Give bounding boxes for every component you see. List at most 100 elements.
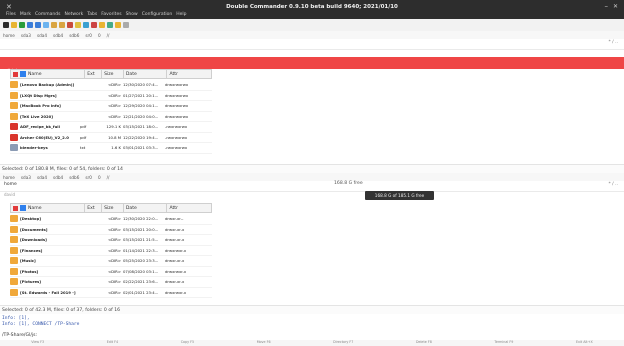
drive-home-button[interactable]: home: [3, 175, 15, 180]
toolbar-tool-icon[interactable]: [27, 22, 33, 28]
toolbar-tool-icon[interactable]: [107, 22, 113, 28]
file-size: <DIR>: [107, 82, 121, 88]
drive-sdb6-button[interactable]: sdb6: [69, 33, 79, 38]
file-date: 12/21/2020 04:0...: [123, 113, 159, 119]
menu-bar: Files Mark Commands Network Tabs Favorit…: [0, 12, 187, 19]
fkey-directory-button[interactable]: Directory F7: [333, 340, 353, 346]
top-path-nav[interactable]: * / ..: [609, 40, 619, 45]
drive-sdb4-button[interactable]: sdb4: [53, 175, 63, 180]
toolbar-tool-icon[interactable]: [67, 22, 73, 28]
bottom-column-header: Name Ext Size Date Attr: [10, 203, 212, 213]
menu-configuration[interactable]: Configuration: [142, 12, 173, 19]
file-name: [Finances]: [20, 247, 43, 253]
toolbar-tool-icon[interactable]: [59, 22, 65, 28]
drive-home-button[interactable]: home: [3, 33, 15, 38]
toolbar-tool-icon[interactable]: [91, 22, 97, 28]
drive-sr0-button[interactable]: sr0: [85, 33, 92, 38]
file-row[interactable]: [Photos] <DIR> 07/08/2020 03:1... drwxrwxr-…: [10, 267, 212, 277]
file-row[interactable]: [LXQt Disp Mgrs] <DIR> 01/27/2021 20:1... d…: [10, 91, 212, 101]
top-col-ext[interactable]: Ext: [85, 70, 103, 78]
file-name: [Music]: [20, 258, 36, 264]
fkey-copy-button[interactable]: Copy F5: [181, 340, 194, 346]
toolbar-tool-icon[interactable]: [123, 22, 129, 28]
toolbar-tool-icon[interactable]: [51, 22, 57, 28]
file-row[interactable]: [Downloads] <DIR> 03/15/2021 21:5... drwxr-…: [10, 235, 212, 246]
command-line[interactable]: /TP-Share/Gl/js:: [0, 333, 624, 340]
bottom-path-bar[interactable]: home * / ..: [0, 181, 624, 192]
file-row[interactable]: [MacBook Pro info] <DIR> 12/29/2020 04:1..…: [10, 101, 212, 112]
top-col-name[interactable]: Name: [11, 70, 86, 78]
bottom-col-attr[interactable]: Attr: [167, 204, 211, 212]
drive-sdb6-button[interactable]: sdb6: [69, 175, 79, 180]
bottom-path-nav[interactable]: * / ..: [609, 182, 619, 187]
drive-sda4-button[interactable]: sda4: [37, 33, 47, 38]
bottom-col-date[interactable]: Date: [124, 204, 168, 212]
file-row[interactable]: blender-keys txt 1.6 K 03/01/2021 03:3... -r…: [10, 143, 212, 154]
drive-sr0-button[interactable]: sr0: [85, 175, 92, 180]
file-row[interactable]: [Documents] <DIR> 03/15/2021 20:0... drwxr-…: [10, 225, 212, 235]
drive-sda4-button[interactable]: sda4: [37, 175, 47, 180]
file-name: [St. Edwards - Fall 2019 -]: [20, 289, 76, 295]
drive-sda3-button[interactable]: sda3: [21, 33, 31, 38]
toolbar-tool-icon[interactable]: [19, 22, 25, 28]
menu-network[interactable]: Network: [64, 12, 83, 19]
file-row[interactable]: [TeX Live 2020] <DIR> 12/21/2020 04:0... dr…: [10, 112, 212, 122]
menu-files[interactable]: Files: [6, 12, 16, 19]
fkey-edit-button[interactable]: Edit F4: [107, 340, 118, 346]
menu-tabs[interactable]: Tabs: [87, 12, 97, 19]
drive-root-button[interactable]: //: [107, 175, 110, 180]
top-file-list: [Lenovo Backup (Admin)] <DIR> 12/30/2020 0…: [10, 80, 212, 154]
menu-show[interactable]: Show: [126, 12, 138, 19]
toolbar-tool-icon[interactable]: [83, 22, 89, 28]
file-row[interactable]: [St. Edwards - Fall 2019 -] <DIR> 02/01/20…: [10, 288, 212, 298]
bottom-col-name[interactable]: Name: [11, 204, 86, 212]
menu-help[interactable]: Help: [176, 12, 186, 19]
bottom-drive-bar: home sda3 sda4 sdb4 sdb6 sr0 0 //: [0, 173, 624, 181]
sort-indicator-icon: [13, 71, 18, 77]
close-icon[interactable]: ✕: [613, 3, 618, 10]
minimize-icon[interactable]: –: [605, 2, 609, 10]
top-col-attr[interactable]: Attr: [167, 70, 211, 78]
fkey-view-button[interactable]: View F3: [31, 340, 44, 346]
menu-favorites[interactable]: Favorites: [101, 12, 121, 19]
top-column-header: Name Ext Size Date Attr: [10, 69, 212, 79]
menu-commands[interactable]: Commands: [35, 12, 60, 19]
top-active-path-highlight[interactable]: sdb/cdn: [0, 57, 624, 73]
toolbar-tool-icon[interactable]: [35, 22, 41, 28]
file-row[interactable]: [Finances] <DIR> 01/14/2021 22:3... drwxrwx…: [10, 246, 212, 256]
drive-0-button[interactable]: 0: [98, 33, 101, 38]
toolbar-tool-icon[interactable]: [99, 22, 105, 28]
top-col-date[interactable]: Date: [124, 70, 168, 78]
toolbar-tool-icon[interactable]: [115, 22, 121, 28]
toolbar-tool-icon[interactable]: [43, 22, 49, 28]
top-path-bar[interactable]: * / ..: [0, 39, 624, 50]
drive-root-button[interactable]: //: [107, 33, 110, 38]
drive-sdb4-button[interactable]: sdb4: [53, 33, 63, 38]
file-row[interactable]: [Lenovo Backup (Admin)] <DIR> 12/30/2020 0…: [10, 80, 212, 91]
menu-mark[interactable]: Mark: [20, 12, 31, 19]
fkey-delete-button[interactable]: Delete F8: [416, 340, 432, 346]
fkey-move-button[interactable]: Move F6: [257, 340, 271, 346]
file-size: <DIR>: [107, 289, 121, 295]
file-row[interactable]: [Music] <DIR> 05/25/2020 23:3... drwxr-xr-x: [10, 256, 212, 267]
drive-sda3-button[interactable]: sda3: [21, 175, 31, 180]
drive-0-button[interactable]: 0: [98, 175, 101, 180]
file-row[interactable]: Archer C60(EU)_V2_2.0 pdf 10.8 M 12/22/2020…: [10, 133, 212, 143]
toolbar-tool-icon[interactable]: [3, 22, 9, 28]
file-row[interactable]: [Desktop] <DIR> 12/30/2020 22:0... drwxr-xr…: [10, 214, 212, 225]
toolbar-tool-icon[interactable]: [11, 22, 17, 28]
file-row[interactable]: [Pictures] <DIR> 02/22/2021 23:6... drwxr-x…: [10, 277, 212, 288]
file-name: [Lenovo Backup (Admin)]: [20, 82, 75, 88]
folder-icon: [10, 246, 18, 254]
folder-icon: [10, 102, 18, 110]
bottom-col-size[interactable]: Size: [102, 204, 124, 212]
top-col-size[interactable]: Size: [102, 70, 124, 78]
file-attr: drwxr-xr-x: [165, 279, 185, 285]
file-row[interactable]: ADF_recipe_bk_full pdf 129.1 K 03/15/2021 1…: [10, 122, 212, 133]
file-size: <DIR>: [107, 92, 121, 98]
bottom-col-ext[interactable]: Ext: [85, 204, 103, 212]
fkey-exit-button[interactable]: Exit Alt+X: [576, 340, 593, 346]
fkey-terminal-button[interactable]: Terminal F9: [494, 340, 513, 346]
file-name: ADF_recipe_bk_full: [20, 124, 60, 130]
toolbar-tool-icon[interactable]: [75, 22, 81, 28]
